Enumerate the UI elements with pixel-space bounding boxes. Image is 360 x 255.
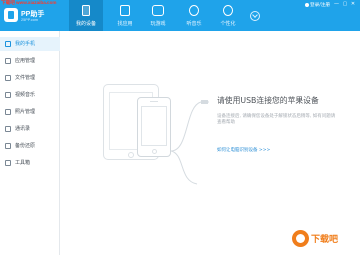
tab-label: 个性化 (220, 21, 236, 27)
iphone-speaker (150, 101, 158, 103)
sidebar-item-app-manage[interactable]: 应用管理 (0, 54, 60, 68)
tab-my-device[interactable]: 我的设备 (69, 0, 103, 31)
login-label: 登录/注册 (310, 3, 330, 8)
sidebar-item-contacts[interactable]: 通讯录 (0, 122, 60, 136)
sidebar-item-label: 文件管理 (15, 75, 36, 81)
sidebar-item-label: 工具箱 (15, 160, 31, 166)
contacts-icon (5, 126, 11, 132)
ipad-home-button (128, 152, 134, 158)
music-icon (189, 5, 199, 16)
usb-cable-icon (171, 100, 209, 185)
apps-icon (120, 5, 130, 16)
iphone-home-button (152, 149, 157, 154)
user-icon (305, 2, 309, 7)
apps-manage-icon (5, 58, 11, 64)
sidebar-item-label: 备份还原 (15, 143, 36, 149)
sidebar-item-video-music[interactable]: 视频音乐 (0, 88, 60, 102)
connect-description: 设备连接后, 请确保您设备处于解锁状态后稍等, 如有问题请查看帮助 (217, 114, 336, 126)
watermark-logo: 下载吧 (292, 228, 358, 252)
backup-icon (5, 143, 11, 149)
folder-icon (5, 75, 11, 81)
device-recognition-help-link[interactable]: 如何让电脑识别设备 >>> (217, 147, 270, 153)
photo-icon (5, 109, 11, 115)
watermark-text: 下载吧 www.xiazaiba.com (1, 0, 57, 5)
phone-icon (5, 41, 11, 47)
sidebar-item-my-phone[interactable]: 我的手机 (0, 37, 60, 51)
sidebar: 我的手机 应用管理 文件管理 视频音乐 照片管理 通讯录 备份还原 工具箱 (0, 31, 60, 255)
tab-label: 找应用 (117, 21, 133, 27)
sidebar-item-photo-manage[interactable]: 照片管理 (0, 105, 60, 119)
video-music-icon (5, 92, 11, 98)
tab-play-games[interactable]: 玩游戏 (141, 0, 175, 31)
tab-listen-music[interactable]: 听音乐 (177, 0, 211, 31)
sidebar-item-file-manage[interactable]: 文件管理 (0, 71, 60, 85)
sidebar-item-toolbox[interactable]: 工具箱 (0, 156, 60, 170)
sidebar-item-label: 照片管理 (15, 109, 36, 115)
device-icon (82, 5, 90, 16)
connect-title: 请使用USB连接您的苹果设备 (217, 96, 319, 105)
sidebar-item-label: 通讯录 (15, 126, 31, 132)
sidebar-item-label: 视频音乐 (15, 92, 36, 98)
sidebar-item-label: 应用管理 (15, 58, 36, 64)
sidebar-item-backup[interactable]: 备份还原 (0, 139, 60, 153)
app-subtitle: 25PP.com (21, 18, 39, 22)
tab-label: 玩游戏 (150, 21, 166, 27)
login-link[interactable]: 登录/注册 (305, 2, 330, 8)
top-bar: 下载吧 www.xiazaiba.com PP助手 25PP.com 我的设备 … (0, 0, 360, 31)
watermark-logo-icon (292, 230, 309, 247)
download-icon[interactable] (250, 11, 260, 21)
watermark-text: 下载吧 (311, 234, 339, 244)
tab-label: 我的设备 (75, 21, 96, 27)
app-logo-icon (4, 8, 18, 22)
tab-label: 听音乐 (186, 21, 202, 27)
window-controls[interactable]: — ▢ ✕ (334, 1, 356, 7)
toolbox-icon (5, 160, 11, 166)
tab-find-apps[interactable]: 找应用 (108, 0, 142, 31)
tab-personalize[interactable]: 个性化 (211, 0, 245, 31)
personalize-icon (223, 5, 233, 16)
gamepad-icon (152, 5, 164, 16)
iphone-illustration (137, 97, 171, 157)
sidebar-item-label: 我的手机 (15, 41, 36, 47)
main-panel: 请使用USB连接您的苹果设备 设备连接后, 请确保您设备处于解锁状态后稍等, 如… (61, 31, 360, 255)
iphone-screen (141, 106, 167, 146)
